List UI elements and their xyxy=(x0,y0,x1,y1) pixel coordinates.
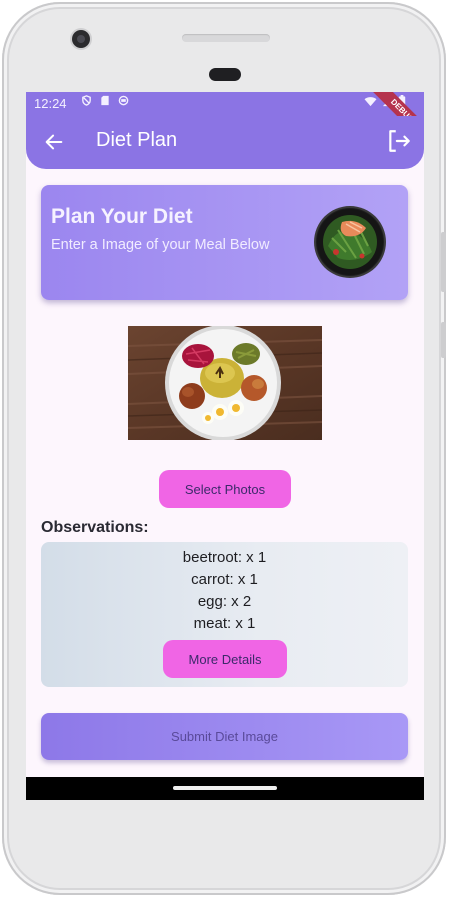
observation-item: meat: x 1 xyxy=(193,615,256,632)
hero-subtitle: Enter a Image of your Meal Below xyxy=(51,237,270,253)
page-title: Diet Plan xyxy=(96,129,178,151)
back-button[interactable] xyxy=(40,128,68,156)
phone-frame: 12:24 DEBUG Diet Plan Plan Your Diet Ent… xyxy=(2,2,446,895)
observations-title: Observations: xyxy=(41,519,149,536)
logout-icon xyxy=(389,130,410,152)
rice-plate-photo xyxy=(128,326,322,440)
hero-title: Plan Your Diet xyxy=(51,205,193,228)
observation-item: carrot: x 1 xyxy=(191,571,258,588)
plan-diet-card: Plan Your Diet Enter a Image of your Mea… xyxy=(41,185,408,300)
logout-button[interactable] xyxy=(386,128,412,154)
select-photos-button[interactable]: Select Photos xyxy=(159,470,291,508)
earpiece-speaker xyxy=(182,34,270,42)
more-details-button[interactable]: More Details xyxy=(163,640,287,678)
observations-card: beetroot: x 1 carrot: x 1 egg: x 2 meat:… xyxy=(41,542,408,687)
home-indicator[interactable] xyxy=(173,786,277,790)
volume-button xyxy=(441,232,446,292)
status-left-icons xyxy=(81,95,129,109)
system-navigation-bar xyxy=(26,777,424,800)
observation-item: egg: x 2 xyxy=(197,593,252,610)
wifi-icon xyxy=(364,97,377,107)
proximity-sensor xyxy=(209,68,241,81)
sd-card-icon xyxy=(101,95,109,106)
salmon-salad-illustration xyxy=(317,209,383,275)
submit-diet-image-button[interactable]: Submit Diet Image xyxy=(41,713,408,760)
meal-bowl-image xyxy=(316,208,384,276)
app-bar: Diet Plan xyxy=(26,116,424,169)
sync-icon xyxy=(118,95,129,106)
observation-item: beetroot: x 1 xyxy=(182,549,267,566)
selected-meal-photo xyxy=(128,326,322,440)
power-button xyxy=(441,322,446,358)
front-camera xyxy=(72,30,90,48)
status-time: 12:24 xyxy=(34,96,67,111)
app-screen: 12:24 DEBUG Diet Plan Plan Your Diet Ent… xyxy=(26,92,424,800)
arrow-left-icon xyxy=(45,134,63,150)
shield-icon xyxy=(82,95,91,106)
status-bar: 12:24 DEBUG xyxy=(26,92,424,145)
